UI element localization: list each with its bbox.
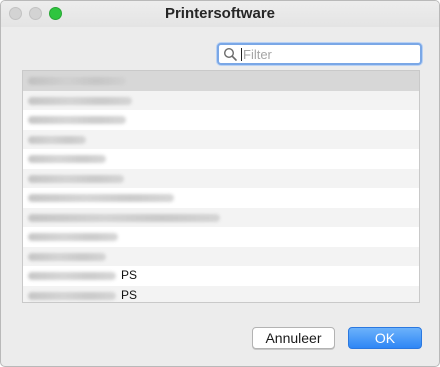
redacted-item-name (28, 291, 116, 300)
list-item[interactable] (23, 227, 419, 247)
list-item[interactable] (23, 71, 419, 91)
list-item[interactable] (23, 207, 419, 227)
list-item[interactable] (23, 168, 419, 188)
list-item[interactable] (23, 188, 419, 208)
list-item[interactable] (23, 129, 419, 149)
list-item[interactable] (23, 90, 419, 110)
redacted-item-name (28, 233, 118, 241)
redacted-item-name (28, 174, 124, 183)
redacted-item-name (28, 96, 132, 105)
ok-button[interactable]: OK (348, 327, 422, 349)
redacted-item-name (28, 135, 86, 144)
redacted-item-name (28, 272, 116, 280)
list-item[interactable] (23, 110, 419, 130)
list-item[interactable] (23, 246, 419, 266)
redacted-item-name (28, 77, 126, 85)
title-bar[interactable]: Printersoftware (1, 1, 439, 27)
window-title: Printersoftware (164, 5, 276, 22)
redacted-item-name (28, 194, 174, 202)
cancel-button[interactable]: Annuleer (252, 327, 335, 349)
redacted-item-name (28, 252, 106, 261)
list-item[interactable]: PS (23, 285, 419, 302)
text-caret (241, 48, 242, 61)
filter-input[interactable] (243, 45, 418, 63)
list-item-suffix: PS (121, 287, 138, 302)
redacted-item-name (28, 155, 106, 163)
filter-search-field[interactable] (217, 43, 422, 65)
printer-software-list[interactable]: PS PS (22, 70, 420, 303)
search-icon (223, 47, 237, 61)
redacted-item-name (28, 116, 126, 124)
list-item-suffix: PS (121, 268, 138, 282)
printer-software-dialog: Printersoftware PS PS Annuleer OK (0, 0, 440, 367)
list-item[interactable]: PS (23, 266, 419, 286)
redacted-item-name (28, 213, 220, 222)
list-item[interactable] (23, 149, 419, 169)
